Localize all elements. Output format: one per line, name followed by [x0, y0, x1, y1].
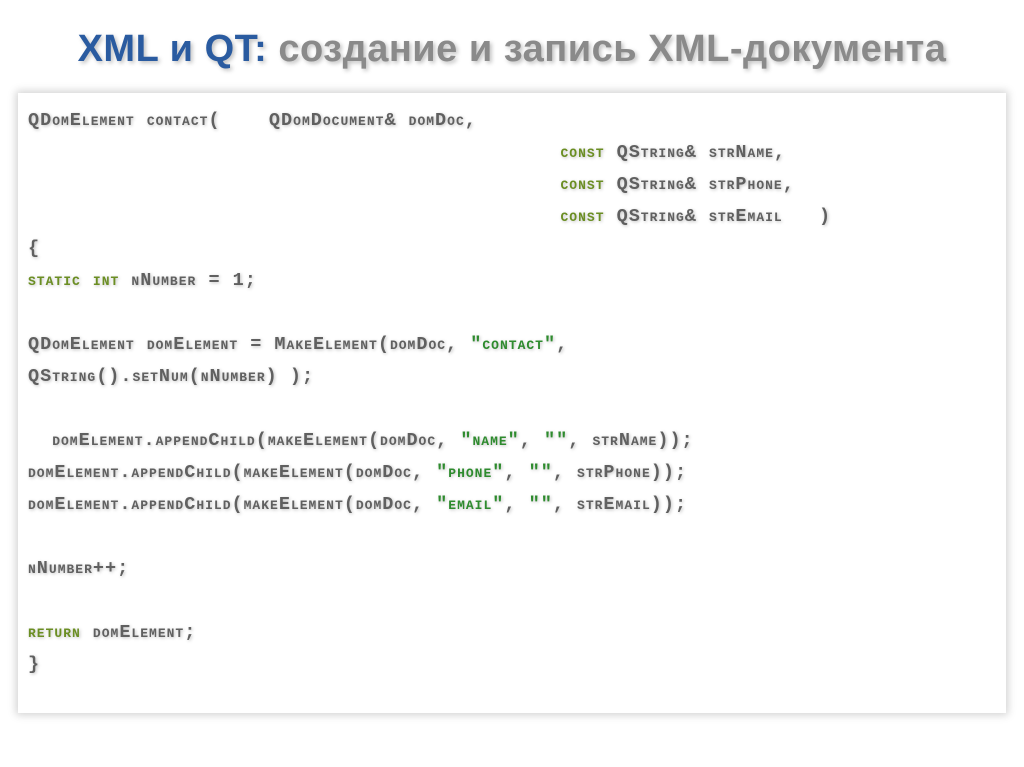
title-blue: XML и QT:: [78, 28, 268, 70]
code-indent: [28, 142, 560, 163]
code-line: QString().setNum(nNumber) );: [28, 366, 314, 387]
string-literal: "": [529, 494, 553, 515]
code-line: }: [28, 654, 40, 675]
code-block: QDomElement contact( QDomDocument& domDo…: [28, 105, 996, 681]
code-text: , strEmail));: [553, 494, 687, 515]
slide: XML и QT: создание и запись XML-документ…: [0, 0, 1024, 767]
code-container: QDomElement contact( QDomDocument& domDo…: [18, 93, 1006, 713]
code-text: , strName));: [568, 430, 693, 451]
code-line: nNumber++;: [28, 558, 129, 579]
keyword-const: const: [560, 142, 604, 163]
keyword-const: const: [560, 206, 604, 227]
code-indent: [28, 174, 560, 195]
title-gray: создание и запись XML-документа: [267, 28, 946, 70]
string-literal: "": [544, 430, 568, 451]
code-text: domElement.appendChild(makeElement(domDo…: [28, 462, 436, 483]
slide-title: XML и QT: создание и запись XML-документ…: [0, 28, 1024, 71]
string-literal: "contact": [470, 334, 556, 355]
code-text: QString& strName,: [605, 142, 787, 163]
code-text: ,: [504, 494, 528, 515]
code-text: domElement;: [81, 622, 197, 643]
code-text: QDomElement domElement = MakeElement(dom…: [28, 334, 470, 355]
string-literal: "": [529, 462, 553, 483]
string-literal: "phone": [436, 462, 504, 483]
keyword-return: return: [28, 622, 81, 643]
code-line: {: [28, 238, 40, 259]
code-text: ,: [504, 462, 528, 483]
string-literal: "email": [436, 494, 504, 515]
keyword-const: const: [560, 174, 604, 195]
code-text: , strPhone));: [553, 462, 687, 483]
keyword-static-int: static int: [28, 270, 119, 291]
code-text: QString& strEmail ): [605, 206, 832, 227]
code-text: domElement.appendChild(makeElement(domDo…: [28, 494, 436, 515]
code-text: nNumber = 1;: [119, 270, 257, 291]
code-text: domElement.appendChild(makeElement(domDo…: [28, 430, 460, 451]
code-text: QString& strPhone,: [605, 174, 795, 195]
code-text: ,: [520, 430, 544, 451]
code-line: QDomElement contact( QDomDocument& domDo…: [28, 110, 477, 131]
code-indent: [28, 206, 560, 227]
string-literal: "name": [460, 430, 519, 451]
code-text: ,: [556, 334, 568, 355]
